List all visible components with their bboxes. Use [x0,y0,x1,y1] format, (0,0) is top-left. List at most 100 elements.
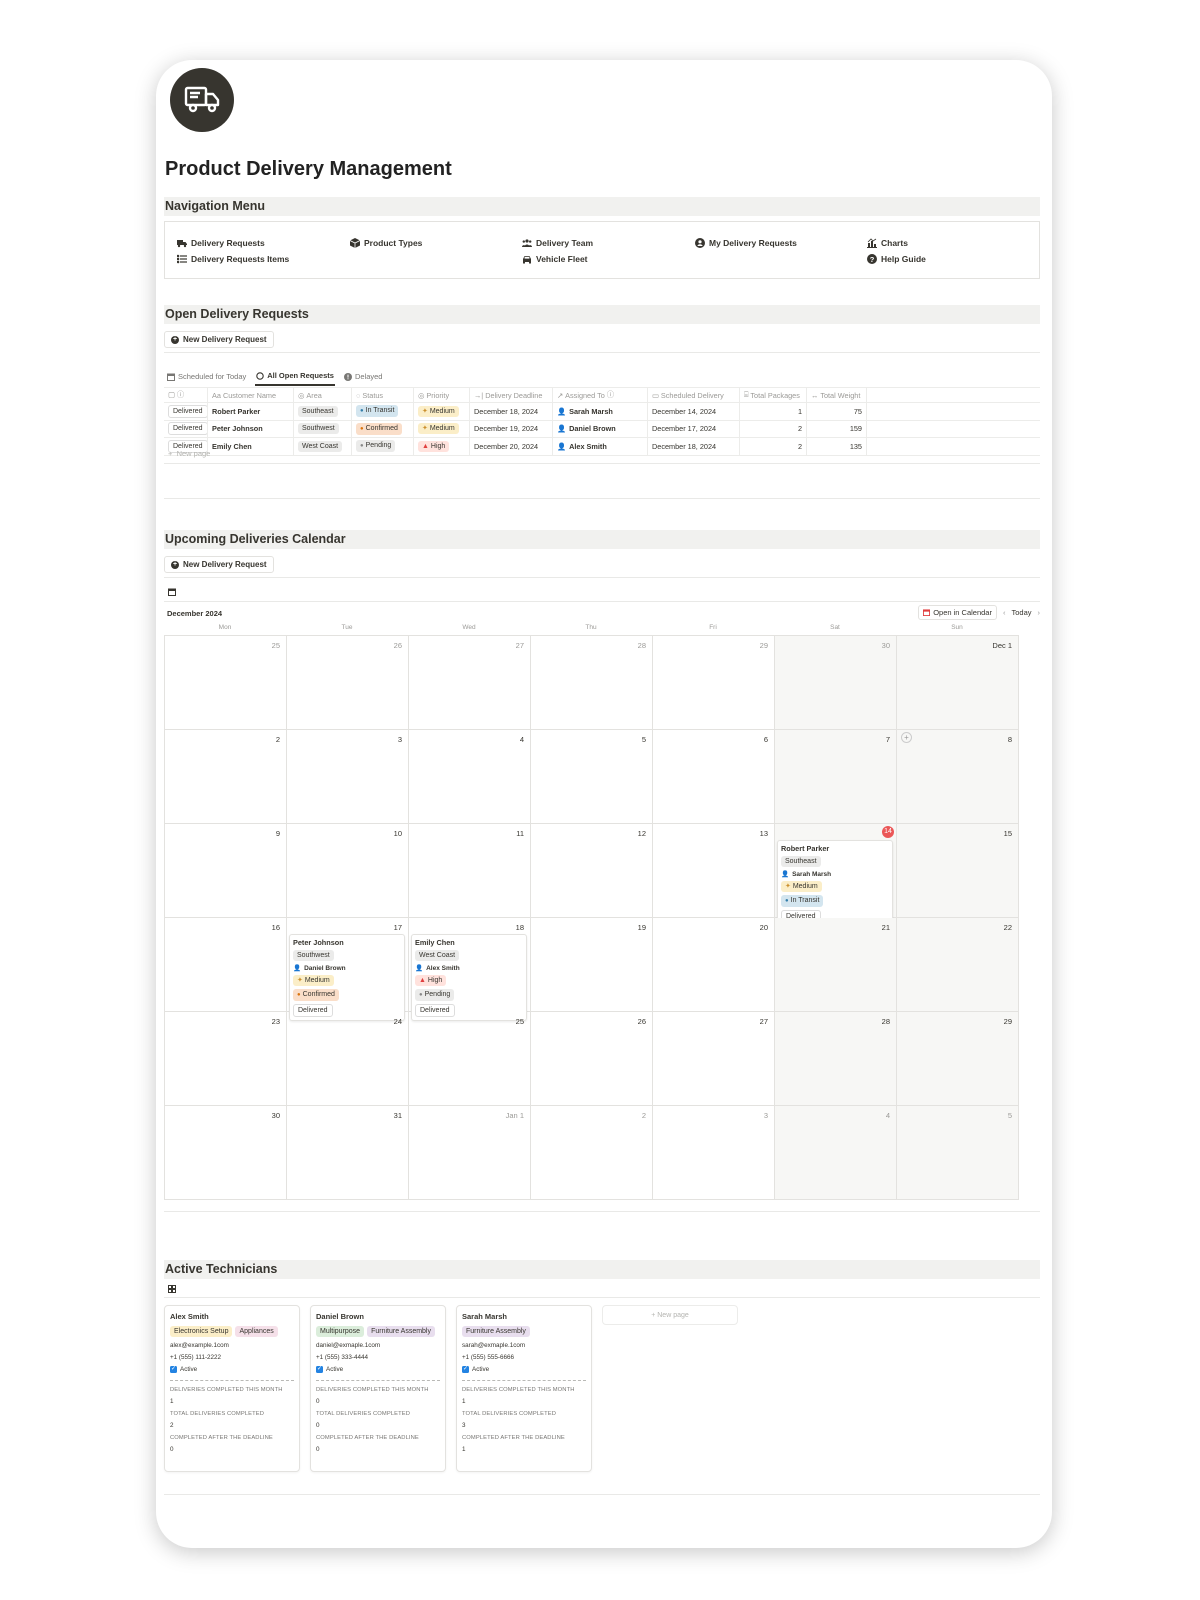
calendar-day[interactable]: 14 Robert Parker Southeast 👤 Sarah Marsh ✦ Me… [775,824,897,927]
column-header[interactable]: ⌸ Total Packages [740,388,807,402]
active-checkbox[interactable]: ✓ Active [316,1366,440,1373]
nav-delivery-requests-items[interactable]: Delivery Requests Items [177,254,289,264]
calendar-day[interactable]: 13 [653,824,775,918]
calendar-day[interactable]: Dec 1 [897,636,1019,730]
technician-phone[interactable]: +1 (555) 333-4444 [316,1354,440,1361]
calendar-day[interactable]: 7 [775,730,897,824]
calendar-day[interactable]: 20 [653,918,775,1012]
calendar-day[interactable]: 25 [409,1012,531,1106]
delivered-button[interactable]: Delivered [168,404,207,418]
open-in-calendar-button[interactable]: Open in Calendar [918,605,997,620]
column-header-button[interactable]: ▢ ⓘ [164,388,208,402]
calendar-day[interactable]: 30 [775,636,897,730]
calendar-day[interactable]: 5 [531,730,653,824]
nav-help-guide[interactable]: ? Help Guide [867,254,926,264]
column-header[interactable]: Aa Customer Name [208,388,294,402]
assigned-person[interactable]: 👤 Daniel Brown [557,424,616,433]
delivered-button[interactable]: Delivered [168,422,207,436]
nav-vehicle-fleet[interactable]: Vehicle Fleet [522,254,588,264]
calendar-day[interactable]: 26 [287,636,409,730]
technician-card[interactable]: Sarah Marsh Furniture Assembly sarah@exmap… [456,1305,592,1472]
new-technician-page-button[interactable]: + New page [602,1305,738,1325]
technician-email[interactable]: daniel@exmaple.1com [316,1342,440,1349]
column-header[interactable]: ◌ Status [352,388,414,402]
calendar-day[interactable]: 31 [287,1106,409,1200]
calendar-day[interactable]: 26 [531,1012,653,1106]
calendar-day[interactable]: 23 [165,1012,287,1106]
table-row[interactable]: Delivered Robert Parker Southeast In Tra… [164,403,1040,421]
calendar-day[interactable]: 3 [653,1106,775,1200]
calendar-day[interactable]: 22 [897,918,1019,1012]
tab-scheduled-for-today[interactable]: Scheduled for Today [166,369,247,386]
calendar-day[interactable]: 15 [897,824,1019,918]
nav-product-types[interactable]: Product Types [350,238,422,248]
column-header[interactable]: ↗ Assigned To ⓘ [553,388,648,402]
technician-phone[interactable]: +1 (555) 555-6666 [462,1354,586,1361]
tab-delayed[interactable]: Delayed [343,369,384,386]
column-header[interactable]: ↔ Total Weight [807,388,867,402]
calendar-event-card[interactable]: Robert Parker Southeast 👤 Sarah Marsh ✦ Medi… [777,840,893,927]
calendar-day[interactable]: 17 Peter Johnson Southwest 👤 Daniel Brown ✦ M… [287,918,409,1021]
assigned-person[interactable]: 👤 Sarah Marsh [557,407,613,416]
technician-phone[interactable]: +1 (555) 111-2222 [170,1354,294,1361]
calendar-day[interactable]: 24 [287,1012,409,1106]
gallery-view-icon[interactable] [168,1285,176,1293]
calendar-day[interactable]: 10 [287,824,409,918]
calendar-view-icon[interactable] [168,588,176,596]
new-page-button[interactable]: + New page [168,449,210,458]
customer-name[interactable]: Peter Johnson [208,420,294,437]
calendar-day[interactable]: 9 [165,824,287,918]
calendar-day[interactable]: 6 [653,730,775,824]
today-button[interactable]: Today [1011,608,1031,617]
table-row[interactable]: Delivered Peter Johnson Southwest Confir… [164,420,1040,438]
calendar-day[interactable]: 4 [775,1106,897,1200]
column-header[interactable]: ◎ Priority [414,388,470,402]
calendar-day[interactable]: 29 [653,636,775,730]
calendar-day[interactable]: 28 [531,636,653,730]
nav-delivery-requests[interactable]: Delivery Requests [177,238,265,248]
active-checkbox[interactable]: ✓ Active [462,1366,586,1373]
table-row[interactable]: Delivered Emily Chen West Coast Pending … [164,438,1040,456]
calendar-day[interactable]: 30 [165,1106,287,1200]
add-event-icon[interactable]: + [901,732,912,743]
calendar-day[interactable]: 5 [897,1106,1019,1200]
calendar-event-card[interactable]: Emily Chen West Coast 👤Alex Smith ▲ High Pen… [411,934,527,1021]
technician-email[interactable]: sarah@exmaple.1com [462,1342,586,1349]
tab-all-open-requests[interactable]: All Open Requests [255,369,335,386]
calendar-day[interactable]: 3 [287,730,409,824]
column-header[interactable]: →| Delivery Deadline [470,388,553,402]
calendar-day[interactable]: 28 [775,1012,897,1106]
calendar-day[interactable]: 21 [775,918,897,1012]
assigned-person[interactable]: 👤 Alex Smith [557,442,607,451]
customer-name[interactable]: Robert Parker [208,403,294,420]
calendar-day[interactable]: 4 [409,730,531,824]
calendar-day[interactable]: Jan 1 [409,1106,531,1200]
calendar-day[interactable]: 25 [165,636,287,730]
calendar-day[interactable]: 8 + [897,730,1019,824]
calendar-day[interactable]: 16 [165,918,287,1012]
calendar-day[interactable]: 11 [409,824,531,918]
nav-delivery-team[interactable]: Delivery Team [522,238,593,248]
calendar-day[interactable]: 2 [531,1106,653,1200]
chevron-right-icon[interactable]: › [1038,608,1041,617]
active-checkbox[interactable]: ✓ Active [170,1366,294,1373]
column-header[interactable]: ◎ Area [294,388,352,402]
calendar-day[interactable]: 18 Emily Chen West Coast 👤Alex Smith ▲ High P… [409,918,531,1021]
nav-charts[interactable]: Charts [867,238,908,248]
technician-card[interactable]: Daniel Brown Multipurpose Furniture Assemb… [310,1305,446,1472]
calendar-day[interactable]: 29 [897,1012,1019,1106]
technician-email[interactable]: alex@example.1com [170,1342,294,1349]
calendar-day[interactable]: 27 [653,1012,775,1106]
nav-my-delivery-requests[interactable]: My Delivery Requests [695,238,797,248]
chevron-left-icon[interactable]: ‹ [1003,608,1006,617]
calendar-day[interactable]: 2 [165,730,287,824]
customer-name[interactable]: Emily Chen [208,438,294,455]
calendar-new-delivery-request-button[interactable]: + New Delivery Request [164,556,274,573]
calendar-day[interactable]: 19 [531,918,653,1012]
calendar-day[interactable]: 12 [531,824,653,918]
new-delivery-request-button[interactable]: + New Delivery Request [164,331,274,348]
column-header[interactable]: ▭ Scheduled Delivery [648,388,740,402]
calendar-event-card[interactable]: Peter Johnson Southwest 👤 Daniel Brown ✦ Med… [289,934,405,1021]
technician-card[interactable]: Alex Smith Electronics Setup Appliances ale… [164,1305,300,1472]
calendar-day[interactable]: 27 [409,636,531,730]
